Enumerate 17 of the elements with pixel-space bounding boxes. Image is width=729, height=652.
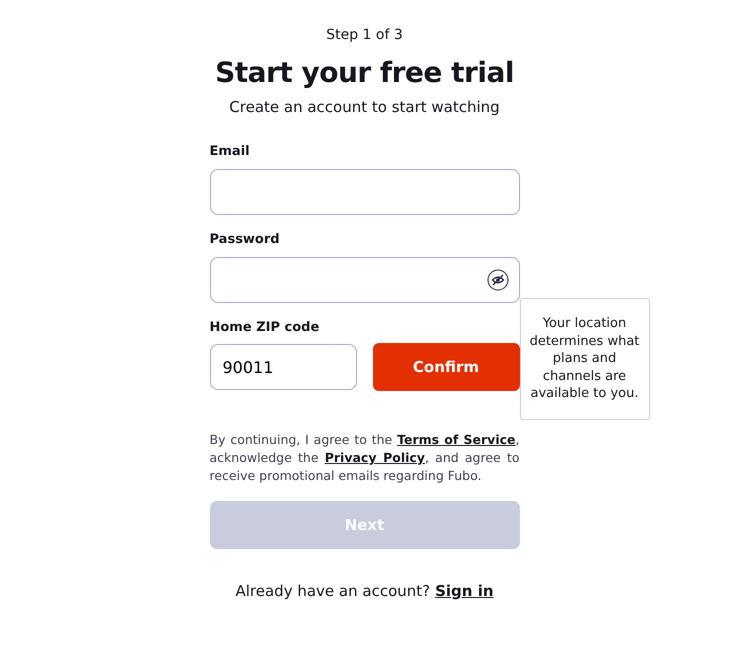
page-title: Start your free trial [215, 56, 514, 89]
privacy-link[interactable]: Privacy Policy [324, 450, 425, 465]
sign-in-prompt: Already have an account? [235, 582, 430, 600]
password-field[interactable] [210, 257, 520, 303]
sign-in-link[interactable]: Sign in [435, 582, 494, 600]
tooltip: Your location determines what plans and channels are available to you. [520, 298, 650, 420]
zip-code-field[interactable]: 90011 [210, 344, 356, 390]
subtitle: Create an account to start watching [229, 98, 500, 116]
field-label: Email [210, 144, 251, 159]
visibility-toggle-icon[interactable] [486, 269, 508, 291]
terms-link[interactable]: Terms of Service [397, 432, 516, 447]
step-indicator: Step 1 of 3 [326, 27, 403, 43]
consent-text: By continuing, I agree to the Terms of Service, acknowledge the Privacy Policy, and agree to receive promotional emails regarding Fubo. [210, 431, 520, 485]
email-field[interactable] [210, 169, 520, 215]
confirm-button[interactable]: Confirm [372, 343, 520, 391]
field-label: Password [210, 232, 281, 247]
field-label: Home ZIP code [210, 320, 320, 335]
